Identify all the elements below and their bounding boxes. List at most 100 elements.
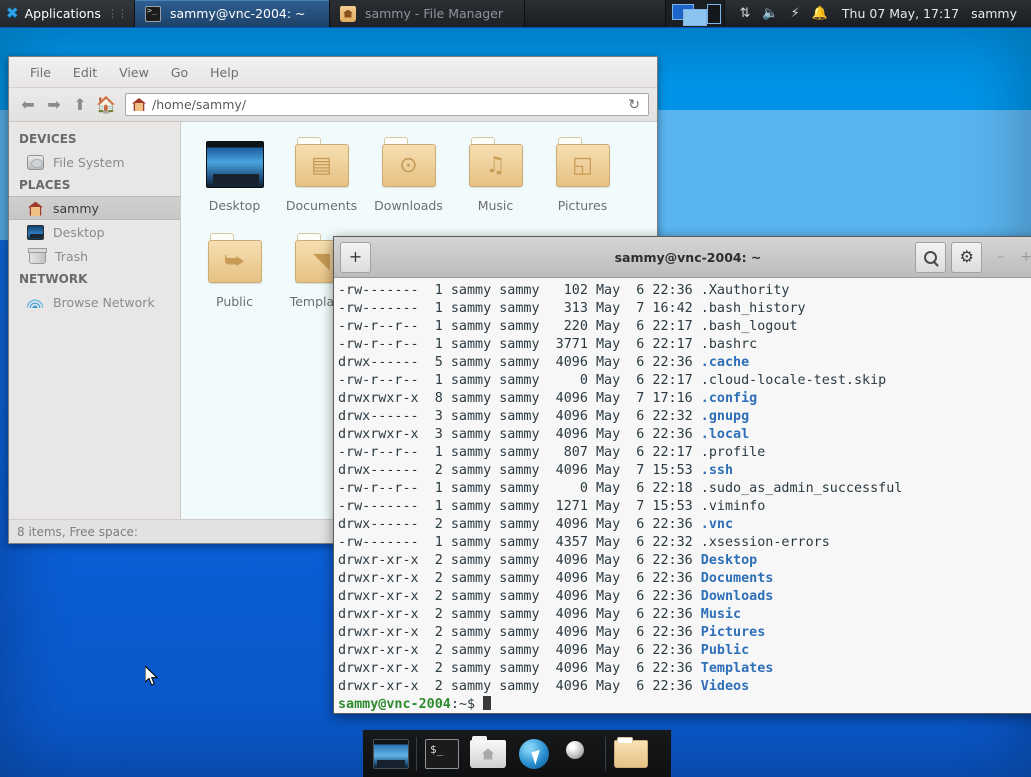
sidebar-item-label: Trash <box>55 249 88 264</box>
folder-public-icon: ⮩ <box>204 232 266 290</box>
terminal-prompt[interactable]: sammy@vnc-2004:~$ <box>338 696 1031 713</box>
terminal-filename: .ssh <box>701 463 733 478</box>
network-up-down-icon[interactable]: ⇅ <box>739 7 750 20</box>
sidebar-item-browse-network[interactable]: Browse Network <box>9 290 180 314</box>
taskbar-button-file-manager-label: sammy - File Manager <box>365 6 503 21</box>
home-icon <box>132 98 146 111</box>
window-task-list: sammy@vnc-2004: ~ sammy - File Manager <box>135 0 525 27</box>
terminal-filename: .xsession-errors <box>701 535 830 550</box>
search-icon <box>564 739 596 769</box>
file-manager-toolbar: ⬅ ➡ ⬆ 🏠 /home/sammy/ ↻ <box>9 88 657 122</box>
file-item-label: Desktop <box>209 198 261 213</box>
terminal-window[interactable]: + sammy@vnc-2004: ~ ⚙ – + -rw------- 1 s… <box>333 236 1031 714</box>
terminal-filename: Music <box>701 607 741 622</box>
menu-edit[interactable]: Edit <box>62 61 108 84</box>
volume-muted-icon[interactable]: 🔈 <box>762 7 778 20</box>
terminal-filename: .profile <box>701 445 766 460</box>
new-tab-button[interactable]: + <box>340 242 371 273</box>
dock-item-web-browser[interactable] <box>511 734 557 774</box>
workspace-switcher[interactable] <box>665 0 725 27</box>
terminal-line: -rw-r--r-- 1 sammy sammy 0 May 6 22:18 .… <box>338 480 1031 498</box>
terminal-line: drwxr-xr-x 2 sammy sammy 4096 May 6 22:3… <box>338 606 1031 624</box>
menu-help[interactable]: Help <box>199 61 250 84</box>
workspace-3[interactable] <box>707 4 721 24</box>
terminal-line: -rw-r--r-- 1 sammy sammy 807 May 6 22:17… <box>338 444 1031 462</box>
arrow-right-icon[interactable]: ➡ <box>43 93 65 117</box>
taskbar-button-file-manager[interactable]: sammy - File Manager <box>330 0 525 27</box>
terminal-filename: .gnupg <box>701 409 749 424</box>
hard-disk-icon <box>27 155 44 170</box>
wifi-icon <box>27 295 44 310</box>
menu-go[interactable]: Go <box>160 61 199 84</box>
file-item-music[interactable]: ♫ Music <box>452 136 539 232</box>
terminal-line: drwx------ 2 sammy sammy 4096 May 6 22:3… <box>338 516 1031 534</box>
terminal-line: -rw-r--r-- 1 sammy sammy 3771 May 6 22:1… <box>338 336 1031 354</box>
sidebar-item-trash[interactable]: Trash <box>9 244 180 268</box>
menu-file[interactable]: File <box>19 61 62 84</box>
minimize-button[interactable]: – <box>997 249 1004 265</box>
sidebar-item-file-system[interactable]: File System <box>9 150 180 174</box>
file-item-label: Music <box>478 198 514 213</box>
user-menu-label[interactable]: sammy <box>971 6 1021 21</box>
prompt-path: :~$ <box>451 697 483 712</box>
file-item-label: Pictures <box>558 198 608 213</box>
terminal-filename: Public <box>701 643 749 658</box>
bottom-dock <box>362 729 672 777</box>
file-item-pictures[interactable]: ◱ Pictures <box>539 136 626 232</box>
folder-icon <box>614 740 648 768</box>
taskbar-button-terminal[interactable]: sammy@vnc-2004: ~ <box>135 0 330 27</box>
download-glyph: ⊙ <box>382 144 436 187</box>
arrow-left-icon[interactable]: ⬅ <box>17 93 39 117</box>
maximize-button[interactable]: + <box>1020 249 1031 265</box>
path-input[interactable]: /home/sammy/ ↻ <box>125 93 649 116</box>
terminal-filename: Templates <box>701 661 774 676</box>
terminal-line: -rw------- 1 sammy sammy 313 May 7 16:42… <box>338 300 1031 318</box>
dock-item-show-desktop[interactable] <box>368 734 414 774</box>
prompt-user: sammy@vnc-2004 <box>338 697 451 712</box>
home-icon[interactable]: 🏠 <box>95 93 117 117</box>
terminal-line: drwxrwxr-x 8 sammy sammy 4096 May 7 17:1… <box>338 390 1031 408</box>
terminal-filename: .vnc <box>701 517 733 532</box>
file-item-downloads[interactable]: ⊙ Downloads <box>365 136 452 232</box>
file-item-documents[interactable]: ▤ Documents <box>278 136 365 232</box>
terminal-filename: .local <box>701 427 749 442</box>
arrow-up-icon[interactable]: ⬆ <box>69 93 91 117</box>
home-folder-icon <box>340 6 356 22</box>
terminal-line: drwxrwxr-x 3 sammy sammy 4096 May 6 22:3… <box>338 426 1031 444</box>
file-item-label: Downloads <box>374 198 443 213</box>
clock[interactable]: Thu 07 May, 17:17 <box>842 6 959 21</box>
sidebar-item-desktop[interactable]: Desktop <box>9 220 180 244</box>
terminal-screen[interactable]: -rw------- 1 sammy sammy 102 May 6 22:36… <box>334 278 1031 713</box>
workspace-2[interactable] <box>683 9 707 26</box>
terminal-icon <box>425 739 459 769</box>
terminal-filename: .sudo_as_admin_successful <box>701 481 903 496</box>
sidebar-item-sammy[interactable]: sammy <box>9 196 180 220</box>
file-item-label: Public <box>216 294 253 309</box>
sidebar-item-label: Browse Network <box>53 295 155 310</box>
taskbar-button-terminal-label: sammy@vnc-2004: ~ <box>170 6 306 21</box>
bell-icon[interactable]: 🔔 <box>812 7 828 20</box>
terminal-filename: .bashrc <box>701 337 757 352</box>
gear-icon[interactable]: ⚙ <box>951 242 982 273</box>
dock-item-terminal[interactable] <box>419 734 465 774</box>
file-item-public[interactable]: ⮩ Public <box>191 232 278 328</box>
trash-icon <box>29 249 46 264</box>
search-icon[interactable] <box>915 242 946 273</box>
picture-glyph: ◱ <box>556 144 610 187</box>
terminal-filename: Pictures <box>701 625 766 640</box>
menu-view[interactable]: View <box>108 61 160 84</box>
terminal-filename: Downloads <box>701 589 774 604</box>
path-input-value: /home/sammy/ <box>152 97 622 112</box>
terminal-titlebar[interactable]: + sammy@vnc-2004: ~ ⚙ – + <box>334 237 1031 278</box>
folder-downloads-icon: ⊙ <box>378 136 440 194</box>
sidebar-item-label: File System <box>53 155 125 170</box>
power-bolt-icon[interactable]: ⚡ <box>791 7 800 20</box>
monitor-icon <box>204 136 266 194</box>
dock-item-file-manager-home[interactable] <box>465 734 511 774</box>
dock-item-folder[interactable] <box>608 734 654 774</box>
file-item-desktop[interactable]: Desktop <box>191 136 278 232</box>
dock-item-search[interactable] <box>557 734 603 774</box>
applications-menu-button[interactable]: ✖ Applications ⋮⋮ <box>0 0 135 27</box>
home-icon <box>27 201 44 216</box>
reload-icon[interactable]: ↻ <box>628 97 642 113</box>
